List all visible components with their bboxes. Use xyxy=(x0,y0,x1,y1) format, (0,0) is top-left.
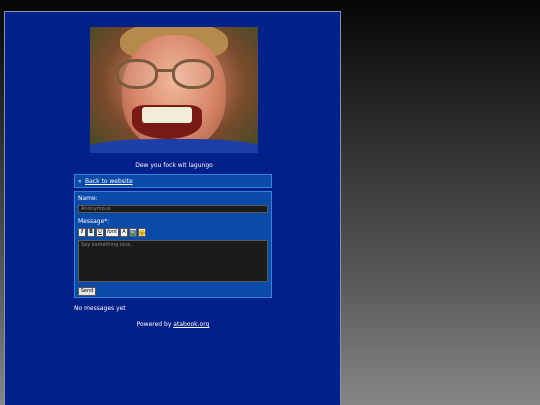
bold-button[interactable]: B xyxy=(87,228,95,237)
italic-button[interactable]: I xyxy=(78,228,86,237)
text-size-button[interactable]: A xyxy=(120,228,128,237)
page-caption: Dew you fock wit lagungo xyxy=(135,162,213,169)
message-label: Message*: xyxy=(78,218,110,225)
powered-by-text: Powered by xyxy=(136,321,174,328)
image-icon xyxy=(130,229,136,236)
underline-button[interactable]: U xyxy=(96,228,104,237)
name-label: Name: xyxy=(78,195,98,202)
font-icon: font xyxy=(107,229,117,235)
back-arrow-icon: « xyxy=(78,178,82,185)
header-photo xyxy=(90,27,258,153)
message-form: Name: Anonymous Message*: I B U font A S… xyxy=(74,191,272,298)
back-to-website-link[interactable]: Back to website xyxy=(85,178,133,185)
italic-icon: I xyxy=(81,229,83,235)
atabook-link[interactable]: atabook.org xyxy=(173,321,209,328)
name-input[interactable]: Anonymous xyxy=(78,205,268,213)
message-textarea[interactable]: Say something nice. xyxy=(78,240,268,282)
bold-icon: B xyxy=(89,229,93,235)
text-size-icon: A xyxy=(122,229,126,235)
font-button[interactable]: font xyxy=(105,228,119,237)
powered-by-footer: Powered by atabook.org xyxy=(74,321,272,328)
guestbook-page: Dew you fock wit lagungo « Back to websi… xyxy=(4,11,341,405)
smiley-button[interactable] xyxy=(138,228,146,237)
smiley-icon xyxy=(139,229,145,236)
back-link-box: « Back to website xyxy=(74,174,272,188)
underline-icon: U xyxy=(98,229,102,235)
send-button[interactable]: Send xyxy=(78,287,96,296)
image-button[interactable] xyxy=(129,228,137,237)
no-messages-text: No messages yet xyxy=(74,305,126,312)
